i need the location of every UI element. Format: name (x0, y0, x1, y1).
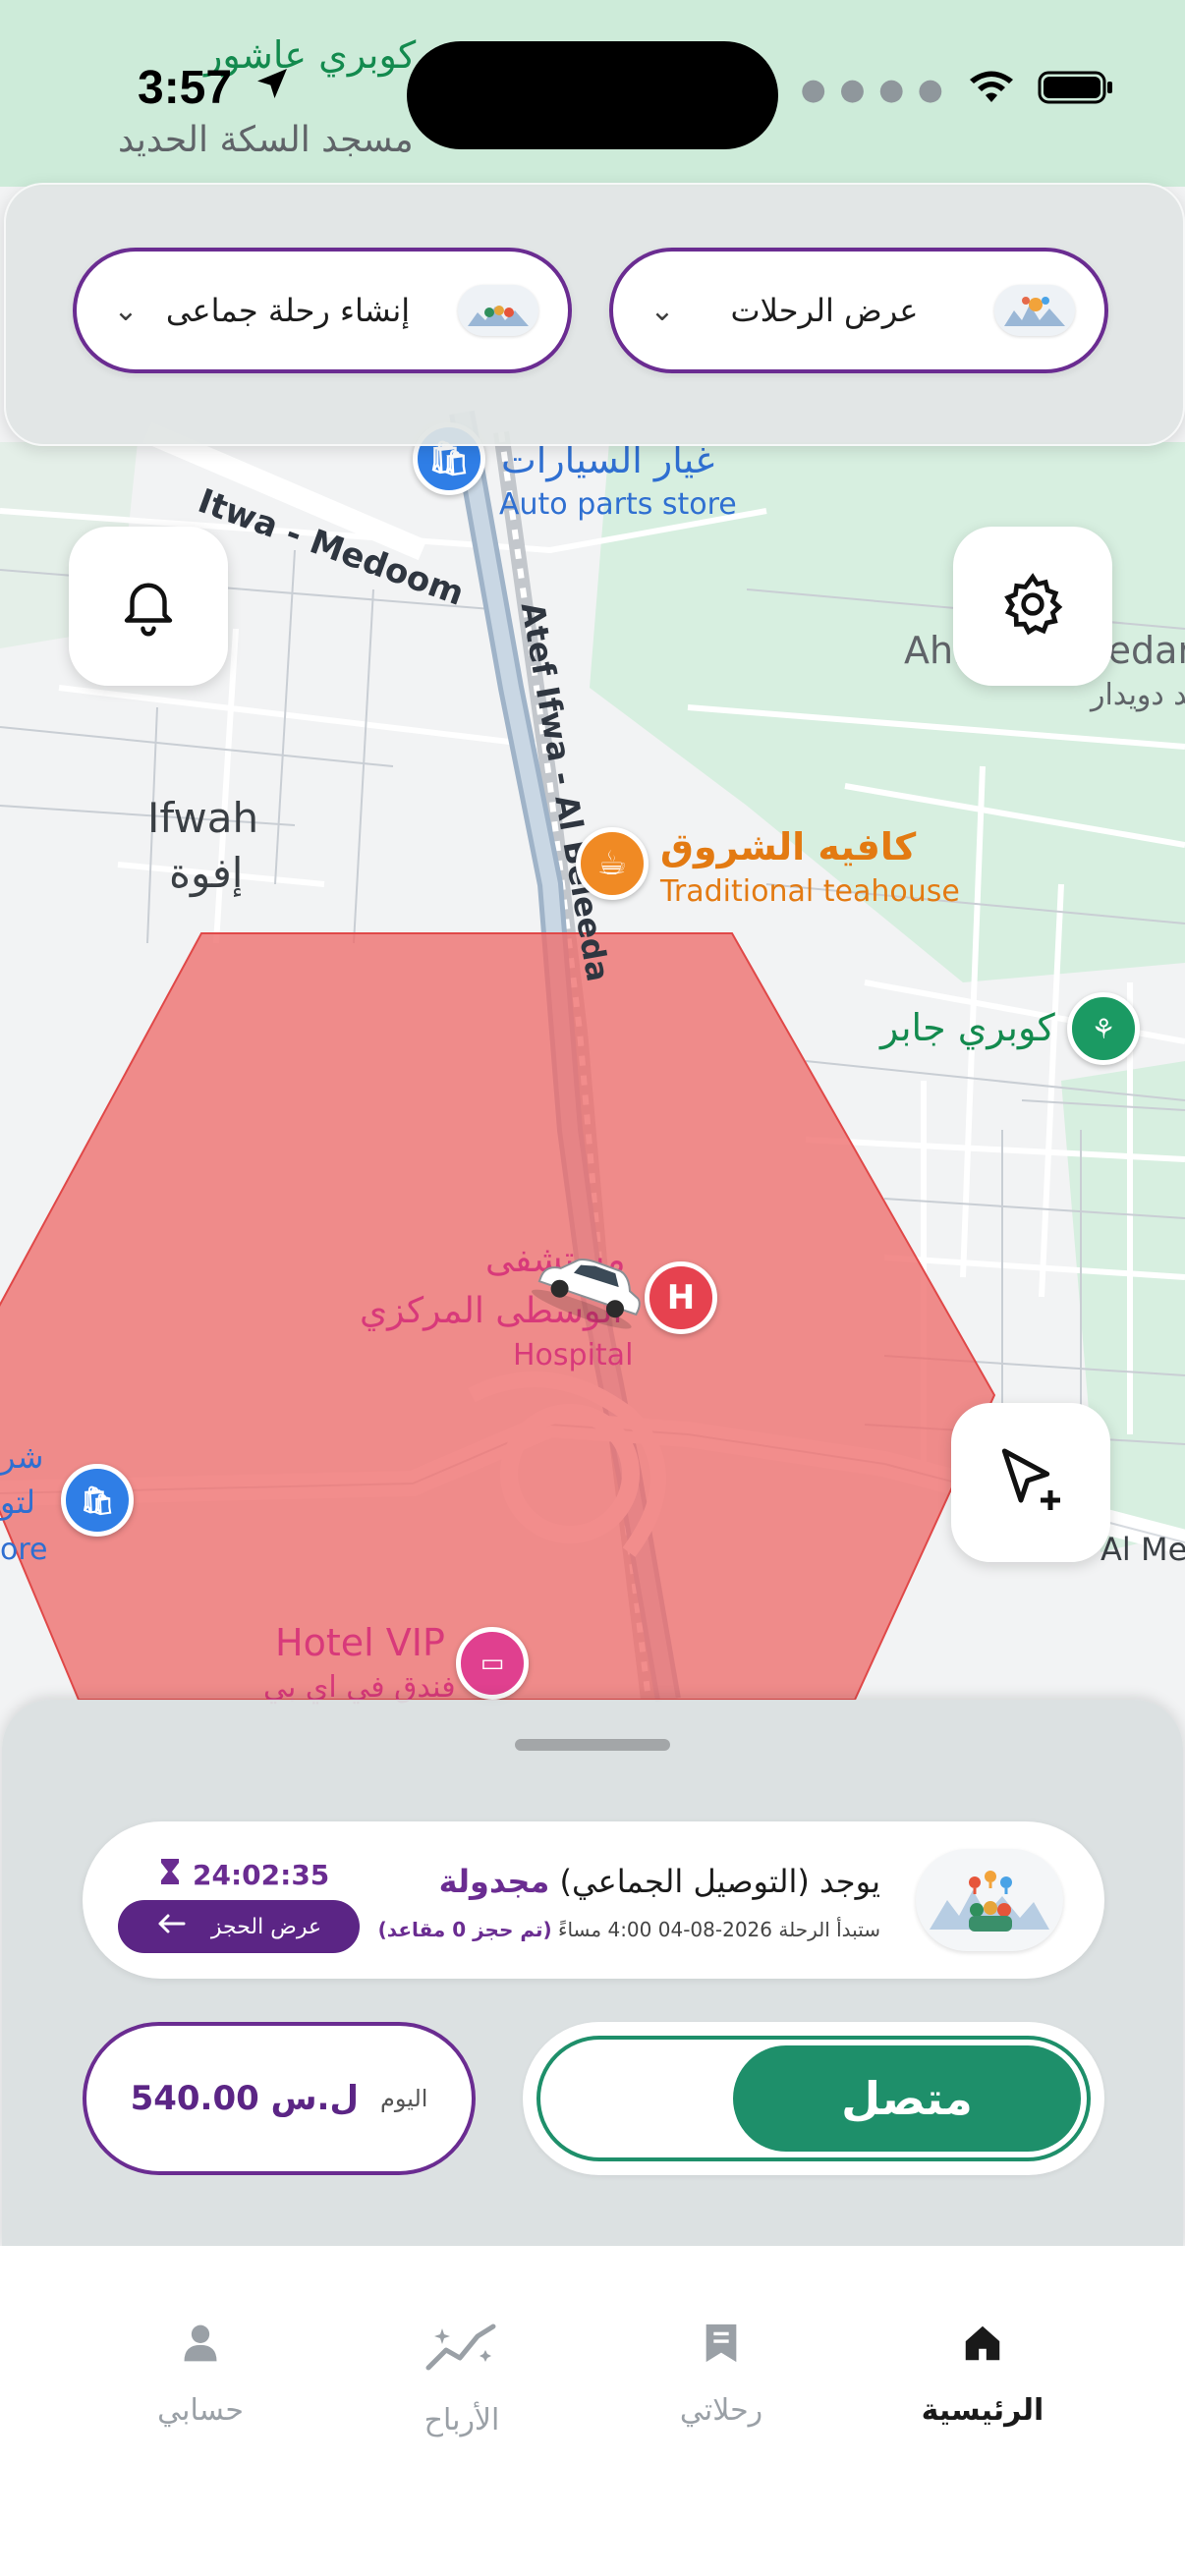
map-label-ifwah-en: Ifwah (147, 794, 259, 842)
online-toggle-knob[interactable]: متصل (733, 2045, 1081, 2152)
park-pin-icon[interactable]: ⚘ (1067, 992, 1140, 1065)
map-label-menia: Al Meni (1100, 1531, 1185, 1568)
map-label-store-ar-2: لتو (0, 1484, 35, 1521)
my-location-button[interactable] (951, 1403, 1110, 1562)
map-label-bridge-jaber: كوبري جابر (880, 1006, 1055, 1049)
map-label-cafe-ar: كافيه الشروق (660, 825, 917, 868)
gear-icon (998, 570, 1067, 643)
store-pin-icon[interactable]: 🛍 (61, 1464, 134, 1537)
tab-home[interactable]: الرئيسية (884, 2321, 1081, 2428)
wifi-icon (967, 69, 1016, 110)
sheet-handle[interactable] (515, 1739, 670, 1751)
cafe-pin-icon[interactable]: ☕ (576, 827, 649, 900)
location-arrow-icon (253, 61, 292, 115)
trip-seats-booked: (تم حجز 0 مقاعد) (377, 1918, 552, 1941)
top-actions-panel: عرض الرحلات ⌄ إنشاء رحلة جماعى ⌄ (4, 183, 1185, 446)
map-label-cafe-en: Traditional teahouse (660, 874, 960, 909)
create-group-trip-label: إنشاء رحلة جماعى (165, 292, 411, 329)
bell-icon (116, 572, 181, 641)
online-toggle[interactable]: متصل (523, 2022, 1104, 2175)
countdown-value: 24:02:35 (193, 1859, 330, 1891)
map-label-hospital-en: Hospital (513, 1338, 634, 1372)
status-icons: ● ● ● ● (801, 69, 1114, 110)
map-label-ahmed-ar: احمد دويدار (1091, 678, 1185, 712)
tab-earnings-label: الأرباح (423, 2403, 500, 2437)
trips-thumb-icon (994, 285, 1075, 336)
hotel-pin-icon[interactable]: ▭ (456, 1627, 529, 1700)
tab-account-label: حسابي (157, 2393, 244, 2428)
view-trips-button[interactable]: عرض الرحلات ⌄ (609, 248, 1108, 373)
tab-my-trips-label: رحلاتي (679, 2393, 763, 2428)
view-booking-label: عرض الحجز (210, 1914, 322, 1939)
hourglass-icon (159, 1857, 181, 1893)
notifications-button[interactable] (69, 527, 228, 686)
chart-icon (423, 2321, 501, 2380)
settings-button[interactable] (953, 527, 1112, 686)
dynamic-island (407, 41, 778, 149)
map-label-hotel-en: Hotel VIP (275, 1621, 445, 1664)
navigation-arrow-icon (991, 1441, 1070, 1524)
group-delivery-icon (916, 1849, 1063, 1951)
scheduled-trip-card[interactable]: يوجد (التوصيل الجماعي) مجدولة ستبدأ الرح… (83, 1821, 1104, 1979)
bottom-tab-bar: الرئيسية رحلاتي الأرباح حسابي (0, 2246, 1185, 2576)
bookmark-icon (702, 2321, 741, 2370)
today-earnings[interactable]: 540.00 ل.س اليوم (83, 2022, 476, 2175)
online-status-label: متصل (841, 2072, 973, 2125)
tab-earnings[interactable]: الأرباح (364, 2321, 560, 2437)
countdown-timer: 24:02:35 (159, 1857, 329, 1893)
trip-status-scheduled: مجدولة (438, 1863, 550, 1900)
status-time: 3:57 (138, 61, 292, 115)
map-label-ifwah-ar: إفوة (169, 849, 244, 897)
view-trips-label: عرض الرحلات (730, 292, 919, 329)
create-group-trip-button[interactable]: إنشاء رحلة جماعى ⌄ (73, 248, 572, 373)
trip-start-time: ستبدأ الرحلة 2026-08-04 4:00 مساءً (558, 1918, 880, 1941)
map-label-mosque: مسجد السكة الحديد (118, 120, 414, 160)
user-icon (179, 2321, 222, 2370)
earnings-amount: 540.00 ل.س (130, 2079, 359, 2118)
signal-dots-icon: ● ● ● ● (800, 72, 945, 107)
trip-title: يوجد (التوصيل الجماعي) مجدولة (439, 1863, 880, 1900)
trip-title-text: يوجد (التوصيل الجماعي) (559, 1863, 880, 1900)
arrow-left-icon (156, 1913, 186, 1940)
battery-icon (1038, 69, 1114, 110)
trip-subtitle: ستبدأ الرحلة 2026-08-04 4:00 مساءً (تم ح… (378, 1918, 880, 1941)
view-booking-button[interactable]: عرض الحجز (118, 1900, 360, 1953)
bottom-sheet: يوجد (التوصيل الجماعي) مجدولة ستبدأ الرح… (2, 1700, 1183, 2250)
tab-home-label: الرئيسية (921, 2393, 1044, 2428)
hospital-pin-icon[interactable]: H (645, 1261, 717, 1334)
map-label-store-en: ore (0, 1533, 48, 1567)
status-time-text: 3:57 (138, 62, 233, 114)
chevron-down-icon: ⌄ (113, 293, 139, 328)
tab-account[interactable]: حسابي (102, 2321, 299, 2428)
online-toggle-track[interactable]: متصل (536, 2036, 1091, 2161)
chevron-down-icon: ⌄ (649, 293, 675, 328)
map-label-parts-en: Auto parts store (499, 487, 737, 522)
tab-my-trips[interactable]: رحلاتي (623, 2321, 819, 2428)
earnings-day-label: اليوم (379, 2085, 428, 2112)
group-trip-thumb-icon (458, 285, 538, 336)
map-label-store-ar-1: شر (0, 1438, 44, 1476)
home-icon (960, 2321, 1005, 2370)
